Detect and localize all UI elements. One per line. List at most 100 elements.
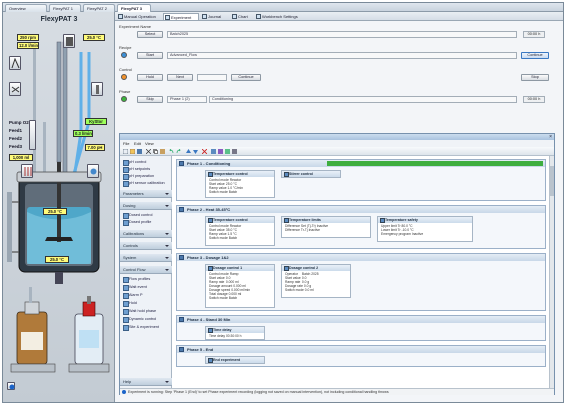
nav-section-controls[interactable]: Controls (120, 242, 172, 250)
control-label: Control (119, 67, 132, 72)
card-temperature-control-1[interactable]: Temperature control Control mode Reactor… (205, 170, 275, 198)
feed-valves-button[interactable] (29, 120, 36, 150)
phase-2-header[interactable]: Phase 2 - Heat 35-45°C (177, 206, 545, 213)
phase-5[interactable]: Phase 5 - End End experiment (176, 345, 546, 367)
card-stirrer-control[interactable]: Stirrer control (281, 170, 341, 178)
tab-flexypat-2[interactable]: FlexyPAT 2 (83, 4, 115, 12)
phase-4-header[interactable]: Phase 4 - Stand 30 Min (177, 316, 545, 323)
nav-wait-event[interactable]: Wait event (123, 285, 147, 291)
recipe-continue-button[interactable]: Continue (521, 52, 549, 59)
tab-overview[interactable]: Overview (5, 4, 47, 12)
tab-journal[interactable]: Journal (201, 13, 229, 20)
phase-4[interactable]: Phase 4 - Stand 30 Min Time delay Time d… (176, 315, 546, 341)
stirrer-motor-button[interactable] (63, 34, 75, 48)
nav-site-experiment[interactable]: Site & experiment (123, 325, 159, 331)
grid-icon[interactable] (211, 149, 216, 154)
copy-icon[interactable] (153, 149, 158, 154)
heater-button[interactable] (21, 164, 33, 178)
delete-icon[interactable] (202, 149, 207, 154)
scroll-thumb[interactable] (550, 166, 554, 196)
arrow-up-icon[interactable] (186, 149, 191, 154)
experiment-select-button[interactable]: Select (137, 31, 163, 38)
phase-name-field[interactable]: Conditioning (209, 96, 517, 103)
nav-section-system[interactable]: System (120, 254, 172, 262)
card-temperature-safety[interactable]: Temperature safety Upper limit Tr 80.0 °… (377, 216, 473, 242)
menu-view[interactable]: View (145, 141, 154, 146)
undo-icon[interactable] (169, 149, 174, 154)
phase-1-header[interactable]: Phase 1 - Conditioning (177, 160, 545, 167)
nav-ph-preparation[interactable]: pH preparation (123, 174, 154, 180)
recipe-field[interactable]: Advanced_Flow (167, 52, 517, 59)
card-temperature-limits[interactable]: Temperature limits Difference Set (Tj-Tr… (281, 216, 371, 238)
scrollbar[interactable] (549, 156, 554, 388)
nav-ph-control[interactable]: pH control (123, 160, 146, 166)
stop-button[interactable]: Stop (521, 74, 549, 81)
nav-dosed-profile[interactable]: Dosed profile (123, 220, 151, 226)
phase-icon (179, 207, 184, 212)
phase-3[interactable]: Phase 3 - Dosage 1&2 Dosage control 1 Co… (176, 253, 546, 311)
paste-icon[interactable] (160, 149, 165, 154)
level-readout: 1,000 ml (9, 154, 33, 161)
nav-section-control-flow[interactable]: Control Flow (120, 266, 172, 274)
tab-manual-operation[interactable]: Manual Operation (117, 13, 161, 20)
print-icon[interactable] (232, 149, 237, 154)
process-panel: FlexyPAT 3 250 rpm 25.0 °C 12.0 l/min Pu… (3, 12, 115, 402)
feed3-label: Feed3 (9, 144, 23, 149)
card-time-delay[interactable]: Time delay Time delay 00:30:00 h (205, 326, 265, 340)
phase-3-header[interactable]: Phase 3 - Dosage 1&2 (177, 254, 545, 261)
ph-readout: 7.00 pH (85, 144, 105, 151)
settings-button[interactable] (7, 382, 15, 390)
card-end-experiment[interactable]: End experiment (205, 356, 265, 364)
cut-icon[interactable] (146, 149, 151, 154)
reactor-schematic (7, 41, 110, 373)
experiment-name-field[interactable]: Batch2025 (167, 31, 517, 38)
cooler-button[interactable] (87, 164, 99, 178)
tab-workbench-settings[interactable]: Workbench Settings (255, 13, 303, 20)
nav-ph-calibration[interactable]: pH sensor calibration (123, 181, 165, 187)
nav-section-help[interactable]: Help (120, 378, 172, 386)
skip-button[interactable]: Skip (137, 96, 163, 103)
menu-edit[interactable]: Edit (134, 141, 141, 146)
nav-wait-hold-phase[interactable]: Wait hold phase (123, 309, 156, 315)
tab-flexypat-1[interactable]: FlexyPAT 1 (49, 4, 81, 12)
heater-icon (24, 167, 32, 176)
save-icon[interactable] (137, 149, 142, 154)
tab-chart[interactable]: Chart (231, 13, 253, 20)
nav-section-calibrations[interactable]: Calibrations (120, 230, 172, 238)
card-dosage-control-1[interactable]: Dosage control 1 Control mode Ramp Start… (205, 264, 275, 308)
list-icon[interactable] (225, 149, 230, 154)
gas-valve-button[interactable] (9, 82, 21, 96)
tab-flexypat-3[interactable]: FlexyPAT 3 (117, 4, 151, 12)
menu-file[interactable]: File (123, 141, 129, 146)
valve-icon (11, 86, 20, 93)
nav-dosed-control[interactable]: Dosed control (123, 213, 152, 219)
recipe-editor-window: × File Edit View pH control pH setpoints… (119, 133, 555, 395)
redo-icon[interactable] (176, 149, 181, 154)
nav-dynamic-control[interactable]: Dynamic control (123, 317, 156, 323)
control-field[interactable] (197, 74, 227, 81)
recipe-start-button[interactable]: Start (137, 52, 163, 59)
next-button[interactable]: Next (167, 74, 193, 81)
phase-number-field[interactable]: Phase 1 (2) (167, 96, 207, 103)
nav-ph-setpoints[interactable]: pH setpoints (123, 167, 150, 173)
arrow-down-icon[interactable] (193, 149, 198, 154)
phase-5-header[interactable]: Phase 5 - End (177, 346, 545, 353)
hold-button[interactable]: Hold (137, 74, 163, 81)
nav-hold[interactable]: Hold (123, 301, 137, 307)
nav-section-parameters[interactable]: Parameters (120, 190, 172, 198)
nav-alarm[interactable]: Alarm P (123, 293, 143, 299)
new-icon[interactable] (123, 149, 128, 154)
sensor-button[interactable] (91, 82, 103, 96)
nav-section-dosing[interactable]: Dosing (120, 202, 172, 210)
control-continue-button[interactable]: Continue (231, 74, 261, 81)
card-dosage-control-2[interactable]: Dosage control 2 Operator Batch 2025 Sta… (281, 264, 351, 298)
nav-flow-profiles[interactable]: Flow profiles (123, 277, 150, 283)
grid2-icon[interactable] (218, 149, 223, 154)
card-temperature-control-2[interactable]: Temperature control Control mode Reactor… (205, 216, 275, 246)
app-frame: Overview FlexyPAT 1 FlexyPAT 2 FlexyPAT … (2, 2, 564, 403)
pump-button[interactable] (9, 56, 21, 70)
open-icon[interactable] (130, 149, 135, 154)
phase-1[interactable]: Phase 1 - Conditioning Temperature contr… (176, 159, 546, 201)
phase-2[interactable]: Phase 2 - Heat 35-45°C Temperature contr… (176, 205, 546, 249)
tab-experiment[interactable]: Experiment (163, 13, 199, 20)
